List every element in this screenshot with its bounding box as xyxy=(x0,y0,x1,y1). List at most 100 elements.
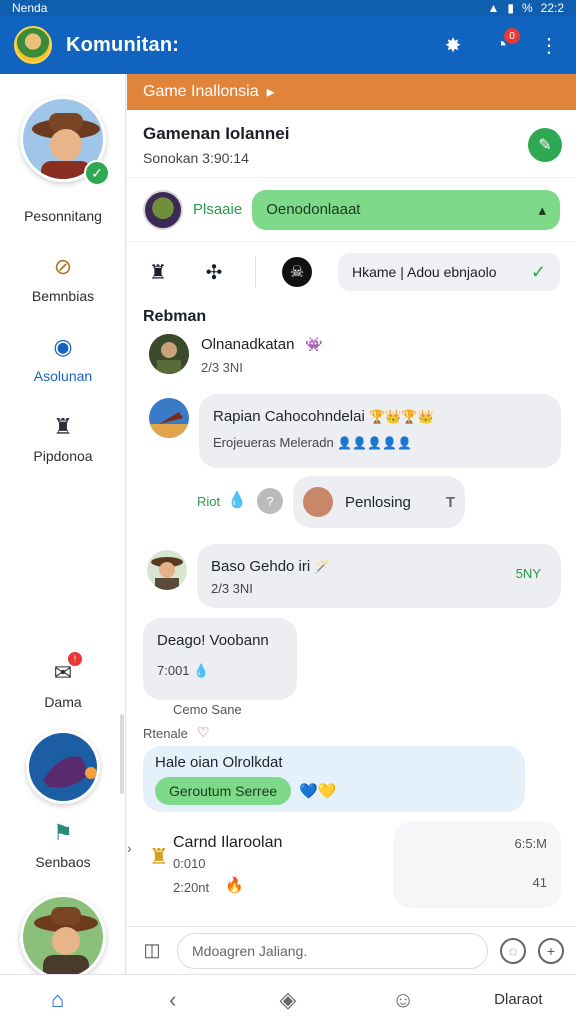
mail-icon: ✉! xyxy=(48,652,82,688)
notifications-icon[interactable]: ◔ 0 xyxy=(488,28,520,58)
sidebar-item-label: Pipdonoa xyxy=(33,448,93,464)
message-name: Baso Gehdo iri xyxy=(211,558,311,575)
chat-main: Game Inallonsia ▸ Gamenan Iolannei Sonok… xyxy=(127,74,576,974)
pinned-text: Oenodonlaaat xyxy=(266,201,361,218)
green-action-button[interactable]: Geroutum Serree xyxy=(155,777,292,805)
carrier-text: Nenda xyxy=(12,1,48,15)
message-sub: 0:010 xyxy=(173,856,206,871)
bottom-nav-label[interactable]: Dlaraot xyxy=(488,980,548,1020)
sidebar-item-profile[interactable]: Pesonnitang xyxy=(0,208,126,224)
sidebar-item-chat[interactable]: ◉ Asolunan xyxy=(0,332,126,384)
bookmark-icon[interactable]: ◈ xyxy=(258,980,318,1020)
message-bubble[interactable]: Penlosing T xyxy=(293,476,465,528)
sidebar-item-events[interactable]: ♜ Pipdonoa xyxy=(0,412,126,464)
message-time: 2:20nt xyxy=(173,880,210,895)
mail-badge: ! xyxy=(68,652,82,666)
fan-icon[interactable]: ✣ xyxy=(199,257,229,287)
message-bubble[interactable]: Baso Gehdo iri 🪄 2/3 3NI 5NY xyxy=(197,544,561,608)
expand-icon: ▴ xyxy=(538,201,546,219)
community-avatar[interactable] xyxy=(26,730,100,804)
pinned-message[interactable]: Plsaaie Oenodonlaaat ▴ xyxy=(127,178,576,242)
heart-icon: ♡ xyxy=(197,724,210,740)
game-header: Gamenan Iolannei Sonokan 3:90:14 ✎ xyxy=(127,110,576,178)
status-bar: Nenda ▲ ▮ % 22:2 xyxy=(0,0,576,16)
message-title: Carnd Ilaroolan xyxy=(173,834,283,851)
camera-icon[interactable]: ◫ xyxy=(139,938,165,964)
message-bubble[interactable]: Rapian Cahocohndelai 🏆👑🏆👑 Erojeueras Mel… xyxy=(199,394,561,468)
castle-icon[interactable]: ♜ xyxy=(143,257,173,287)
reaction-label: Riot xyxy=(197,494,221,509)
pinned-pill[interactable]: Oenodonlaaat ▴ xyxy=(252,189,560,230)
emoji-row-icon: 🏆👑🏆👑 xyxy=(368,409,434,424)
sidebar: ✓ Pesonnitang ⊘ Bemnbias ◉ Asolunan ♜ Pi… xyxy=(0,74,126,980)
message-sub: Erojeueras xyxy=(213,435,276,450)
edit-icon[interactable]: ✎ xyxy=(528,128,562,162)
message-bubble[interactable]: 6:5:M 41 xyxy=(393,822,561,908)
message-input[interactable]: Mdoagren Jaliang. xyxy=(177,932,488,969)
battery-text: % xyxy=(521,1,533,15)
smile-icon[interactable]: ☺ xyxy=(373,980,433,1020)
sidebar-scrollbar[interactable] xyxy=(120,714,124,794)
message-bubble[interactable]: Deago! Voobann 7:001 💧 xyxy=(143,618,297,700)
skull-icon[interactable]: ☠ xyxy=(282,257,312,287)
message-right-time: 6:5:M xyxy=(514,836,547,851)
drop-icon: 💧 xyxy=(227,492,247,509)
chat-bubble-icon: ◉ xyxy=(53,334,73,359)
back-icon[interactable]: ‹ xyxy=(143,980,203,1020)
puzzle-icon[interactable]: ✸ xyxy=(440,32,466,58)
add-icon[interactable]: + xyxy=(538,937,564,964)
app-logo xyxy=(14,26,52,64)
message-avatar[interactable] xyxy=(149,334,189,374)
home-icon[interactable]: ⌂ xyxy=(28,980,88,1020)
clock-text: 22:2 xyxy=(540,1,564,15)
friend-avatar[interactable] xyxy=(20,894,106,980)
notification-badge: 0 xyxy=(504,28,520,44)
sidebar-item-label: Senbaos xyxy=(35,854,91,870)
sidebar-item-mail[interactable]: ✉! Dama xyxy=(0,652,126,710)
section-label: Rebman xyxy=(143,308,207,325)
sidebar-item-label: Bemnbias xyxy=(31,288,95,304)
emoji-icon: 🪄 xyxy=(314,559,331,574)
chat-search-pill[interactable]: Hkame | Adou ebnjaolo ✓ xyxy=(338,253,560,291)
message-right-num: 41 xyxy=(532,875,547,890)
chat-toolbar: ♜ ✣ ☠ Hkame | Adou ebnjaolo ✓ xyxy=(127,242,576,302)
fire-icon: 🔥 xyxy=(225,877,244,894)
more-icon[interactable]: ⋮ xyxy=(536,32,562,58)
bottom-nav: ⌂ ‹ ◈ ☺ Dlaraot xyxy=(0,974,576,1024)
app-bar: Komunitan: ✸ ◔ 0 ⋮ xyxy=(0,16,576,74)
sidebar-item-label: Pesonnitang xyxy=(24,208,102,224)
message-name: Olnanadkatan xyxy=(201,336,295,353)
app-title: Komunitan: xyxy=(66,33,180,56)
flag-icon: ⚑ xyxy=(53,820,73,845)
wifi-icon: ▲ xyxy=(487,1,500,15)
game-subtitle: Sonokan 3:90:14 xyxy=(143,150,249,166)
message-caption: Cemo Sane xyxy=(173,702,242,717)
pinned-avatar xyxy=(143,189,183,230)
message-avatar[interactable] xyxy=(147,550,187,590)
message-avatar xyxy=(303,487,333,517)
reply-arrow-icon: › xyxy=(127,840,132,856)
message-name: Rapian Cahocohndelai xyxy=(213,408,365,425)
banner-label: Game Inallonsia xyxy=(143,83,259,100)
game-banner[interactable]: Game Inallonsia ▸ xyxy=(127,74,576,110)
message-bubble[interactable]: Hale oian Olrolkdat Geroutum Serree 💙💛 xyxy=(143,746,525,812)
message-time: 2/3 3NI xyxy=(211,581,253,596)
trophy-icon: ♜ xyxy=(149,844,169,869)
emoji-icon: 👾 xyxy=(305,336,323,352)
message-sub2: Meleradn xyxy=(279,435,334,450)
info-icon[interactable]: ? xyxy=(257,488,283,514)
sidebar-item-members[interactable]: ⊘ Bemnbias xyxy=(0,252,126,304)
play-icon: ▸ xyxy=(266,84,275,101)
verified-badge-icon: ✓ xyxy=(84,160,110,186)
sidebar-item-tags[interactable]: ⚑ Senbaos xyxy=(0,818,126,870)
sidebar-item-label: Dama xyxy=(44,694,82,710)
message-name: Deago! Voobann xyxy=(157,632,269,649)
check-icon: ✓ xyxy=(530,261,546,282)
pinned-label: Plsaaie xyxy=(193,201,243,218)
pin-icon: T xyxy=(445,493,455,511)
emoji-icon: 💙💛 xyxy=(299,783,337,800)
message-avatar[interactable] xyxy=(149,398,189,438)
emoji-picker-icon[interactable]: ◌ xyxy=(500,937,526,964)
message-tag: 5NY xyxy=(515,566,541,581)
search-pill-text: Hkame | Adou ebnjaolo xyxy=(352,264,497,280)
